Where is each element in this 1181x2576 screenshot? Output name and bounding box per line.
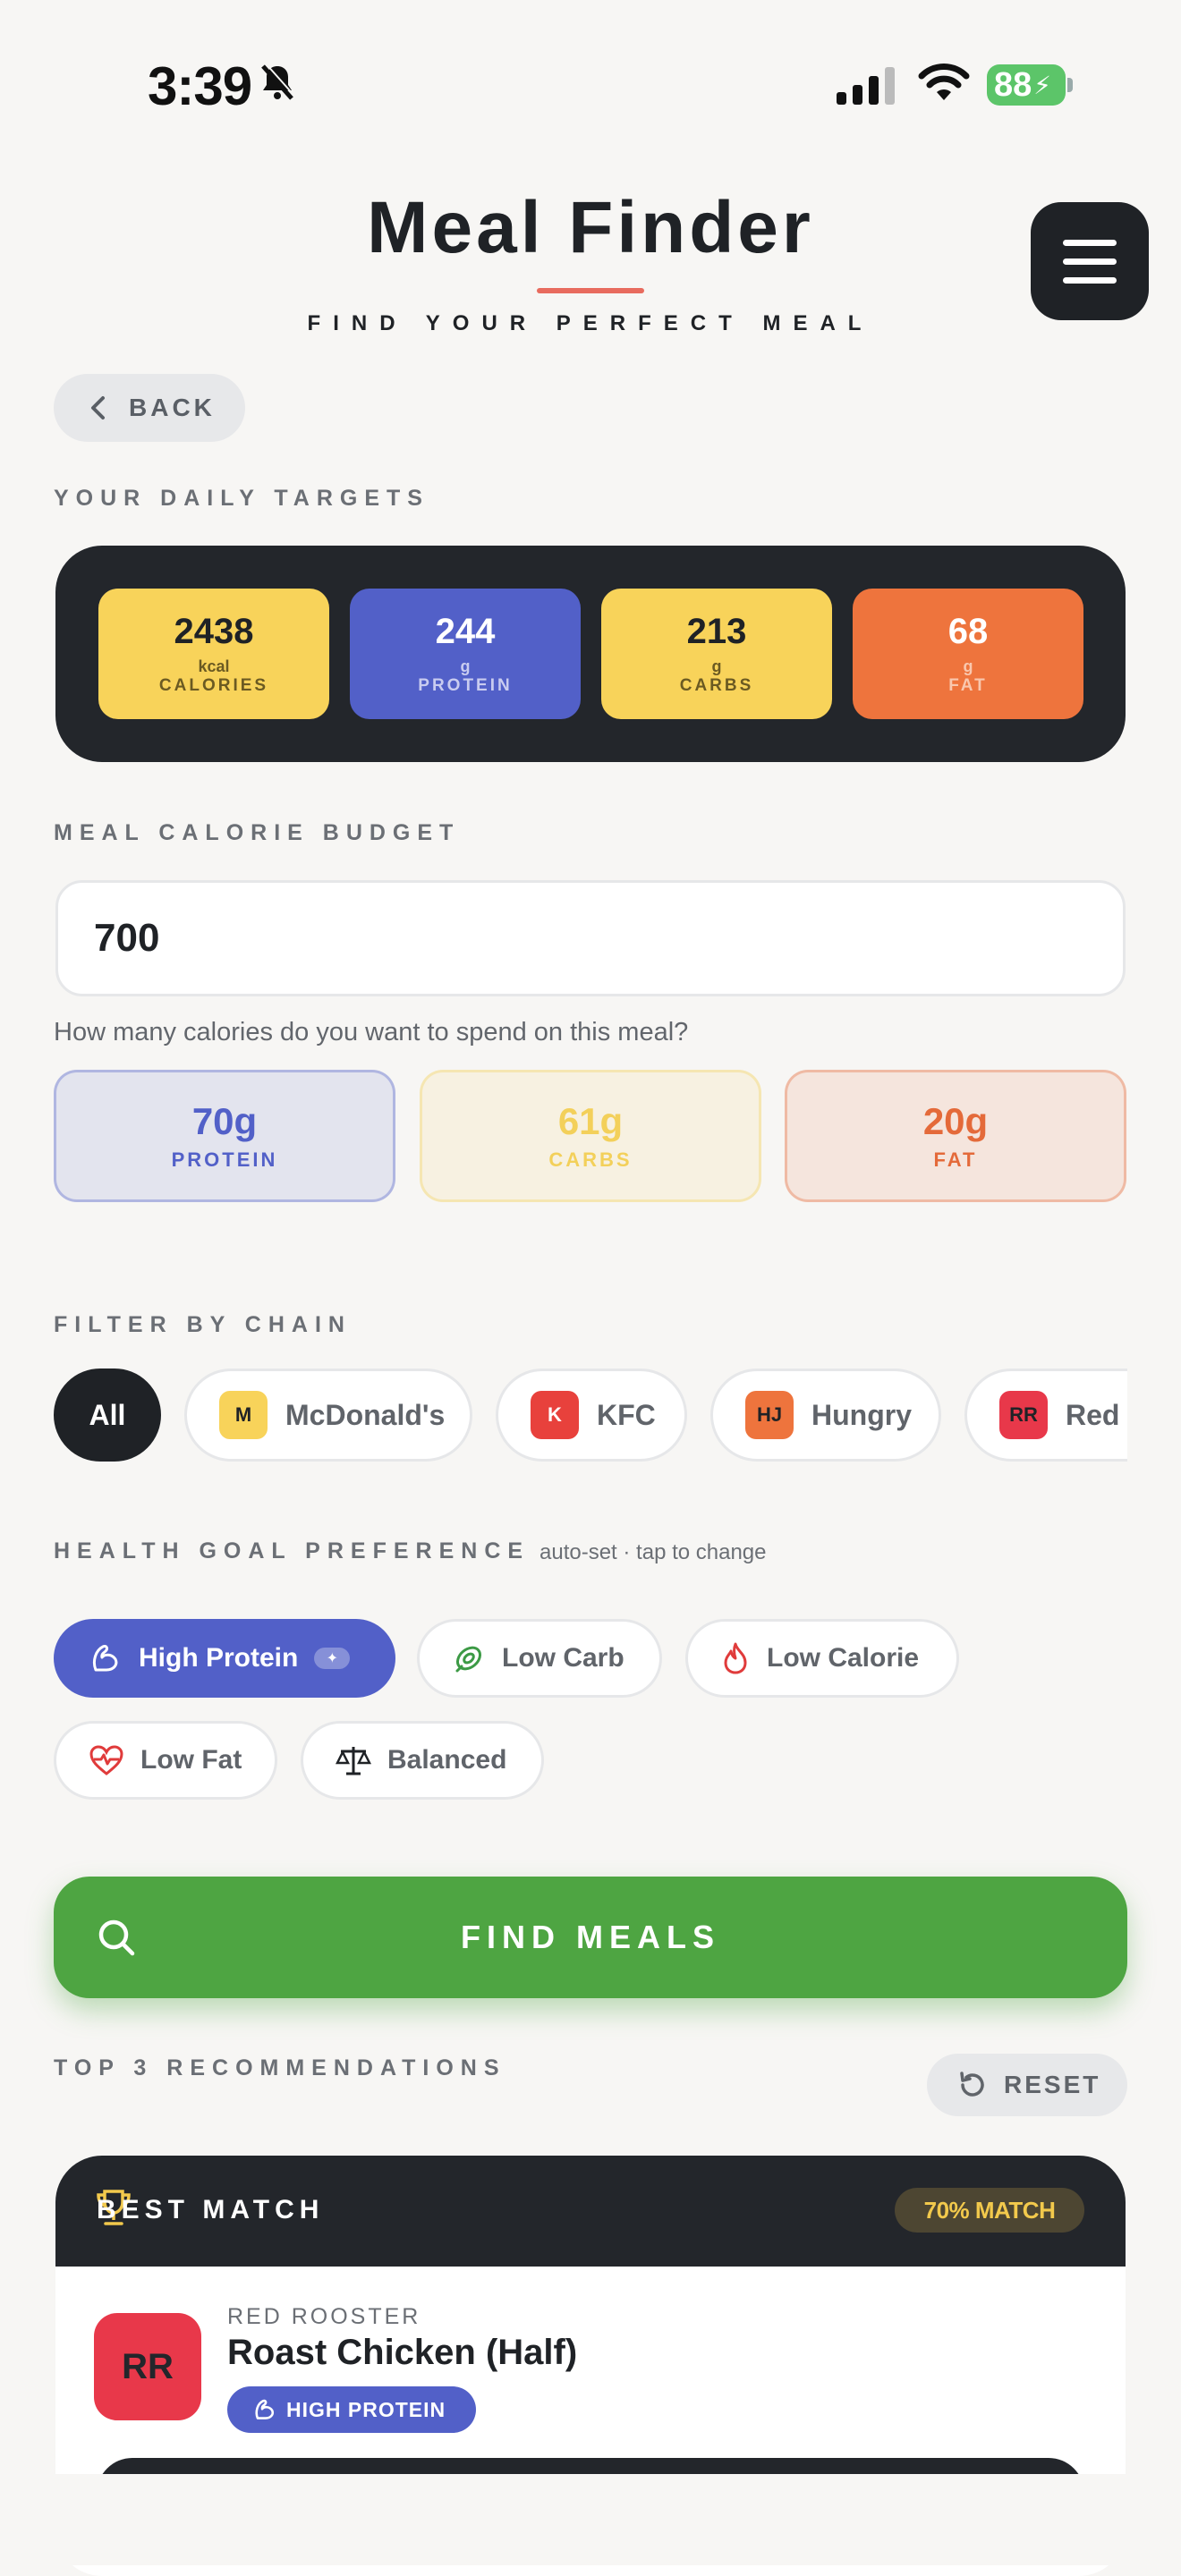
menu-button[interactable] [1031,202,1149,320]
status-time: 3:39 [148,56,252,116]
chain-badge: RR [999,1391,1048,1439]
chain-chip-kfc[interactable]: K KFC [496,1368,687,1462]
best-match-title: BEST MATCH [97,2195,325,2224]
target-unit: kcal [198,657,230,675]
chip-label: All [89,1398,126,1431]
target-fat: 68 g FAT [853,589,1083,719]
chip-label: Red [1066,1398,1120,1431]
macro-carbs-tile: 61g CARBS [420,1070,761,1202]
health-goal-label: HEALTH GOAL PREFERENCE [54,1538,531,1563]
recommendations-label: TOP 3 RECOMMENDATIONS [54,2055,506,2080]
chip-label: KFC [597,1398,656,1431]
find-meals-button[interactable]: FIND MEALS [54,1877,1127,1998]
target-unit: g [711,657,722,675]
macro-label: CARBS [548,1148,633,1171]
macro-label: PROTEIN [171,1148,278,1171]
chain-badge: K [531,1391,579,1439]
goal-tag-label: HIGH PROTEIN [286,2397,446,2421]
goal-label: Low Fat [140,1745,242,1775]
cellular-signal-icon [837,67,897,109]
goal-tag: HIGH PROTEIN [227,2386,476,2433]
goal-low-carb[interactable]: Low Carb [417,1619,662,1698]
goal-label: High Protein [139,1643,299,1673]
target-unit: g [963,657,973,675]
macro-value: 20g [922,1100,989,1142]
search-icon [97,1918,138,1963]
budget-label: MEAL CALORIE BUDGET [54,820,461,845]
goal-label: Balanced [387,1745,507,1775]
target-value: 213 [686,612,747,651]
target-protein: 244 g PROTEIN [350,589,581,719]
menu-line [1063,258,1117,265]
flexed-arm-icon [92,1645,118,1672]
flame-icon [724,1642,747,1674]
scales-icon [336,1747,371,1775]
target-label: PROTEIN [418,676,513,695]
target-value: 2438 [174,612,254,651]
target-label: FAT [948,676,988,695]
heart-pulse-icon [89,1745,123,1775]
macro-value: 70g [191,1100,258,1142]
target-label: CALORIES [158,676,269,695]
leaf-bread-icon [455,1646,482,1673]
back-label: BACK [129,394,216,421]
chip-label: Hungry [811,1398,912,1431]
goal-balanced[interactable]: Balanced [301,1721,544,1800]
daily-targets-label: YOUR DAILY TARGETS [54,486,429,511]
chain-badge: HJ [745,1391,794,1439]
calorie-budget-input[interactable] [55,880,1126,996]
chevron-left-icon [91,396,105,419]
health-goal-note: auto-set · tap to change [540,1540,767,1564]
title-underline [537,288,644,293]
restaurant-name: RED ROOSTER [227,2304,421,2329]
goal-label: Low Carb [502,1643,624,1673]
charging-bolt-icon: ⚡ [1033,71,1051,99]
chain-chip-red-rooster[interactable]: RR Red [964,1368,1127,1462]
meal-name: Roast Chicken (Half) [227,2333,578,2372]
reset-button[interactable]: RESET [927,2054,1127,2116]
page-title: Meal Finder [367,187,814,268]
target-label: CARBS [679,676,754,695]
battery-indicator: 88 ⚡ [987,64,1066,106]
target-carbs: 213 g CARBS [601,589,832,719]
bottom-safe-area [0,2474,1181,2565]
goal-low-calorie[interactable]: Low Calorie [685,1619,959,1698]
target-value: 68 [947,612,989,651]
chain-badge: M [219,1391,268,1439]
goal-low-fat[interactable]: Low Fat [54,1721,277,1800]
flexed-arm-icon [255,2399,275,2419]
reset-label: RESET [1004,2071,1101,2098]
chain-chip-mcdonalds[interactable]: M McDonald's [184,1368,472,1462]
goal-high-protein[interactable]: High Protein ✦ [54,1619,395,1698]
chip-label: McDonald's [285,1398,446,1431]
macro-protein-tile: 70g PROTEIN [54,1070,395,1202]
chain-chips: All M McDonald's K KFC HJ Hungry RR Red [54,1368,1127,1463]
budget-helper-text: How many calories do you want to spend o… [54,1018,689,1046]
menu-line [1063,276,1117,284]
goal-label: Low Calorie [767,1643,920,1673]
target-value: 244 [435,612,496,651]
battery-level: 88 [994,65,1032,104]
menu-line [1063,239,1117,246]
chain-chip-hungry[interactable]: HJ Hungry [710,1368,941,1462]
macro-value: 61g [557,1100,624,1142]
rotate-icon [960,2072,984,2097]
wifi-icon [917,63,971,108]
target-unit: g [460,657,471,675]
macro-fat-tile: 20g FAT [785,1070,1126,1202]
back-button[interactable]: BACK [54,374,245,442]
match-percentage-badge: 70% MATCH [895,2188,1084,2233]
macro-label: FAT [933,1148,978,1171]
muted-bell-icon [259,63,295,106]
restaurant-logo: RR [94,2313,201,2420]
sparkle-icon: ✦ [314,1648,351,1669]
chain-filter-label: FILTER BY CHAIN [54,1312,352,1337]
battery-cap [1067,78,1073,92]
target-calories: 2438 kcal CALORIES [98,589,329,719]
page-subtitle: FIND YOUR PERFECT MEAL [307,311,874,335]
chain-chip-all[interactable]: All [54,1368,161,1462]
find-meals-label: FIND MEALS [461,1919,720,1955]
